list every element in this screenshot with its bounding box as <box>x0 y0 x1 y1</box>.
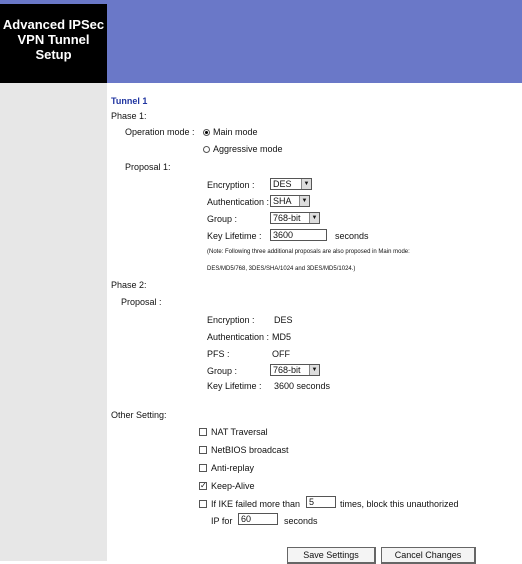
aggressive-mode-radio[interactable] <box>203 146 210 153</box>
ip-for-label: IP for <box>211 516 233 526</box>
cancel-changes-button[interactable]: Cancel Changes <box>381 547 476 564</box>
p2-encryption-value: DES <box>274 315 293 325</box>
p1-key-lifetime-unit: seconds <box>335 231 369 241</box>
p1-authentication-label: Authentication : <box>207 197 270 207</box>
p1-encryption-label: Encryption : <box>207 180 255 190</box>
proposal-note-line-2: DES/MD5/768, 3DES/SHA/1024 and 3DES/MD5/… <box>207 266 356 272</box>
page-title: Advanced IPSec VPN Tunnel Setup <box>0 4 107 83</box>
ike-failure-times-input[interactable]: 5 <box>306 496 336 508</box>
operation-mode-label: Operation mode : <box>125 127 195 137</box>
chevron-down-icon: ▼ <box>309 365 319 375</box>
header-bar <box>107 4 522 83</box>
ip-for-unit: seconds <box>284 516 318 526</box>
p1-group-select[interactable]: 768-bit ▼ <box>270 212 320 224</box>
page-title-line-3: Setup <box>35 47 72 62</box>
phase2-proposal-label: Proposal : <box>121 297 162 307</box>
main-mode-label: Main mode <box>213 127 258 137</box>
netbios-broadcast-checkbox[interactable] <box>199 446 207 454</box>
phase2-heading: Phase 2: <box>111 280 147 290</box>
p1-group-label: Group : <box>207 214 238 224</box>
p2-pfs-value: OFF <box>272 349 290 359</box>
p1-encryption-select[interactable]: DES ▼ <box>270 178 312 190</box>
p2-encryption-label: Encryption : <box>207 315 255 325</box>
settings-panel: Tunnel 1 Phase 1: Operation mode : Main … <box>107 83 522 564</box>
tunnel-title: Tunnel 1 <box>111 96 148 106</box>
nat-traversal-label: NAT Traversal <box>211 427 268 437</box>
aggressive-mode-label: Aggressive mode <box>213 144 283 154</box>
ike-failure-label: If IKE failed more than <box>211 499 301 509</box>
anti-replay-checkbox[interactable] <box>199 464 207 472</box>
keep-alive-checkbox[interactable]: ✓ <box>199 482 207 490</box>
page-title-line-2: VPN Tunnel <box>17 32 90 47</box>
keep-alive-label: Keep-Alive <box>211 481 255 491</box>
page-title-line-1: Advanced IPSec <box>2 17 105 32</box>
sidebar <box>0 83 107 561</box>
chevron-down-icon: ▼ <box>301 179 311 189</box>
ip-for-seconds-input[interactable]: 60 <box>238 513 278 525</box>
phase1-heading: Phase 1: <box>111 111 147 121</box>
p2-group-label: Group : <box>207 366 238 376</box>
p1-authentication-value: SHA <box>273 196 292 206</box>
ike-failure-block-checkbox[interactable] <box>199 500 207 508</box>
p2-group-select[interactable]: 768-bit ▼ <box>270 364 320 376</box>
netbios-broadcast-label: NetBIOS broadcast <box>211 445 289 455</box>
chevron-down-icon: ▼ <box>299 196 309 206</box>
nat-traversal-checkbox[interactable] <box>199 428 207 436</box>
p2-authentication-label: Authentication : <box>207 332 270 342</box>
p2-pfs-label: PFS : <box>207 349 230 359</box>
main-mode-radio[interactable] <box>203 129 210 136</box>
proposal1-label: Proposal 1: <box>125 162 171 172</box>
p1-encryption-value: DES <box>273 179 292 189</box>
save-settings-button[interactable]: Save Settings <box>287 547 376 564</box>
other-setting-heading: Other Setting: <box>111 410 167 420</box>
p2-group-value: 768-bit <box>273 365 301 375</box>
p2-key-lifetime-label: Key Lifetime : <box>207 381 262 391</box>
p2-authentication-value: MD5 <box>272 332 292 342</box>
p2-key-lifetime-value: 3600 seconds <box>274 381 331 391</box>
proposal-note-line-1: (Note: Following three additional propos… <box>207 249 410 255</box>
ike-failure-suffix: times, block this unauthorized <box>340 499 459 509</box>
p1-group-value: 768-bit <box>273 213 301 223</box>
anti-replay-label: Anti-replay <box>211 463 255 473</box>
p1-authentication-select[interactable]: SHA ▼ <box>270 195 310 207</box>
p1-key-lifetime-label: Key Lifetime : <box>207 231 262 241</box>
chevron-down-icon: ▼ <box>309 213 319 223</box>
p1-key-lifetime-input[interactable]: 3600 <box>270 229 327 241</box>
